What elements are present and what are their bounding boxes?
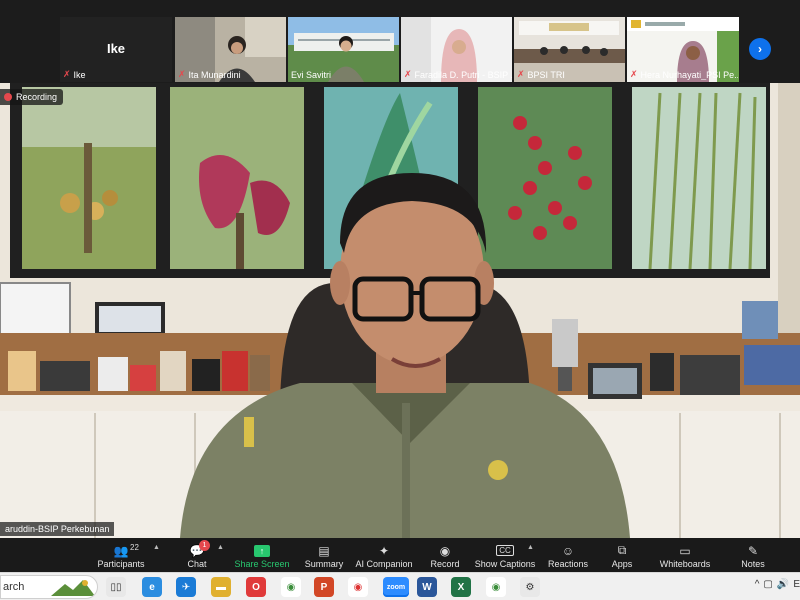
tray-square-icon[interactable]: ▢	[763, 579, 772, 590]
show-captions-label: Show Captions	[474, 559, 536, 569]
participant-strip: Ike ✗ Ike ✗ Ita Munardini Evi Savitri ✗ …	[0, 0, 800, 83]
summary-button[interactable]: ▤ Summary	[303, 540, 345, 570]
participant-name: Hera Nurhayati_PSI Pe...	[640, 69, 738, 80]
whiteboard-icon: ▭	[679, 543, 691, 558]
participants-label: Participants	[97, 559, 145, 569]
record-label: Record	[430, 559, 460, 569]
chat-button[interactable]: 💬 1 Chat	[182, 540, 212, 570]
participant-name: Ita Munardini	[188, 69, 241, 80]
share-screen-button[interactable]: ↑ Share Screen	[234, 540, 290, 570]
speaker-video-feed	[0, 83, 800, 538]
participant-count: 22	[130, 543, 139, 552]
participant-tile-faradila[interactable]: ✗ Faradila D. Putri - BSIP ...	[401, 17, 512, 82]
ai-companion-label: AI Companion	[355, 559, 413, 569]
speaker-icon[interactable]: 🔊	[777, 579, 789, 590]
summary-icon: ▤	[318, 543, 330, 558]
mic-off-icon: ✗	[178, 69, 186, 79]
taskbar-chrome-3-icon[interactable]: ◉	[486, 577, 506, 597]
summary-label: Summary	[304, 559, 344, 569]
mic-off-icon: ✗	[517, 69, 525, 79]
cc-icon: CC	[496, 542, 514, 559]
captions-options-chevron-icon[interactable]: ▲	[527, 544, 534, 551]
taskbar-opera-icon[interactable]: O	[246, 577, 266, 597]
share-screen-label: Share Screen	[234, 559, 290, 569]
participant-tile-ike[interactable]: Ike ✗ Ike	[60, 17, 172, 82]
participant-name: Ike	[73, 69, 86, 80]
taskbar-browser-alt-icon[interactable]: ✈	[176, 577, 196, 597]
apps-label: Apps	[611, 559, 633, 569]
mic-off-icon: ✗	[630, 69, 638, 79]
chat-unread-badge: 1	[199, 540, 210, 551]
taskbar-chrome-2-icon[interactable]: ◉	[348, 577, 368, 597]
taskbar-search-box[interactable]: arch	[0, 575, 98, 599]
mic-off-icon: ✗	[404, 69, 412, 79]
zoom-window: Ike ✗ Ike ✗ Ita Munardini Evi Savitri ✗ …	[0, 0, 800, 600]
show-captions-button[interactable]: CC Show Captions	[474, 540, 536, 570]
tray-extra-label: E	[793, 579, 800, 590]
ai-companion-button[interactable]: ✦ AI Companion	[355, 540, 413, 570]
system-tray: ^ ▢ 🔊 E	[755, 579, 800, 590]
search-text: arch	[3, 581, 25, 593]
participant-name: Faradila D. Putri - BSIP ...	[414, 69, 512, 80]
notes-button[interactable]: ✎ Notes	[738, 540, 768, 570]
chat-options-chevron-icon[interactable]: ▲	[217, 544, 224, 551]
cc-glyph: CC	[496, 545, 514, 556]
reactions-button[interactable]: ☺ Reactions	[546, 540, 590, 570]
participant-tile-evi[interactable]: Evi Savitri	[288, 17, 399, 82]
taskbar-file-explorer-icon[interactable]: ▬	[211, 577, 231, 597]
mic-off-icon: ✗	[63, 69, 71, 79]
participants-button[interactable]: 👥 22 Participants	[96, 540, 146, 570]
taskbar-edge-icon[interactable]: e	[142, 577, 162, 597]
record-icon: ◉	[439, 543, 451, 558]
taskbar-powerpoint-icon[interactable]: P	[314, 577, 334, 597]
people-icon: 👥	[113, 543, 129, 558]
recording-label: Recording	[16, 92, 58, 102]
whiteboards-label: Whiteboards	[659, 559, 711, 569]
meeting-toolbar: 👥 22 Participants ▲ 💬 1 Chat ▲ ↑ Share S…	[0, 538, 800, 572]
participant-tile-ita[interactable]: ✗ Ita Munardini	[175, 17, 286, 82]
taskbar-settings-icon[interactable]: ⚙	[520, 577, 540, 597]
share-screen-icon: ↑	[254, 542, 270, 559]
apps-icon: ⧉	[617, 543, 627, 557]
windows-taskbar: arch ▯▯ e ✈ ▬ O ◉ P ◉ zoom W X ◉ ⚙ ^ ▢ 🔊 E	[0, 572, 800, 600]
search-highlight-image	[51, 580, 95, 596]
recording-icon	[4, 93, 12, 101]
chat-label: Chat	[187, 559, 207, 569]
sparkle-icon: ✦	[378, 543, 390, 558]
smiley-icon: ☺	[561, 543, 575, 558]
taskbar-excel-icon[interactable]: X	[451, 577, 471, 597]
notes-label: Notes	[741, 559, 765, 569]
speaker-name-label: aruddin-BSIP Perkebunan	[0, 522, 115, 536]
record-button[interactable]: ◉ Record	[428, 540, 462, 570]
chevron-right-icon: ›	[758, 42, 762, 56]
taskbar-chrome-icon[interactable]: ◉	[281, 577, 301, 597]
notes-icon: ✎	[747, 543, 759, 558]
tray-chevron-icon[interactable]: ^	[755, 579, 760, 590]
main-video: Recording aruddin-BSIP Perkebunan	[0, 83, 800, 538]
participants-options-chevron-icon[interactable]: ▲	[153, 544, 160, 551]
recording-indicator[interactable]: Recording	[0, 89, 64, 105]
next-participants-button[interactable]: ›	[749, 38, 771, 60]
participant-tile-bpsi[interactable]: ✗ BPSI TRI	[514, 17, 625, 82]
whiteboards-button[interactable]: ▭ Whiteboards	[657, 540, 713, 570]
participant-tile-hera[interactable]: ✗ Hera Nurhayati_PSI Pe...	[627, 17, 739, 82]
participant-avatar-name: Ike	[106, 41, 126, 56]
reactions-label: Reactions	[547, 559, 589, 569]
taskbar-zoom-icon[interactable]: zoom	[383, 577, 409, 597]
apps-button[interactable]: ⧉ Apps	[608, 540, 636, 570]
taskbar-task-view-icon[interactable]: ▯▯	[106, 577, 126, 597]
participant-name: BPSI TRI	[527, 69, 565, 80]
taskbar-word-icon[interactable]: W	[417, 577, 437, 597]
participant-name: Evi Savitri	[291, 70, 332, 80]
